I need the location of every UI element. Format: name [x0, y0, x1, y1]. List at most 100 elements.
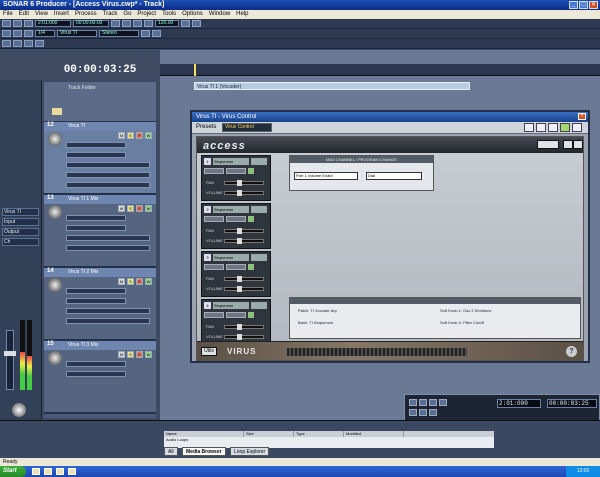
menu-go[interactable]: Go [123, 10, 131, 19]
record-icon[interactable] [144, 20, 153, 27]
track-volume[interactable] [66, 215, 126, 221]
utils-button[interactable]: Utils [201, 347, 217, 356]
part-patch[interactable] [251, 254, 267, 261]
write-button[interactable]: W [145, 351, 152, 358]
part-bank[interactable]: Sequencer [213, 158, 249, 165]
menu-help[interactable]: Help [236, 10, 248, 19]
part-patch[interactable] [251, 158, 267, 165]
menu-tools[interactable]: Tools [162, 10, 176, 19]
part-enable-button[interactable] [248, 168, 254, 174]
track-name[interactable]: Virus TI 1 Mix [44, 195, 156, 204]
plugin-titlebar[interactable]: Virus TI - Virus Control × [192, 112, 588, 122]
record-arm-button[interactable]: R [136, 205, 143, 212]
plugin-close-button[interactable]: × [578, 113, 586, 120]
midi-input-field[interactable]: Virus TI [57, 30, 97, 37]
track-output[interactable] [66, 172, 150, 178]
play-icon[interactable] [429, 399, 437, 406]
part-arp-button[interactable] [226, 264, 246, 270]
loop-icon[interactable] [409, 409, 417, 416]
solo-button[interactable]: S [127, 132, 134, 139]
tab-loop-explorer[interactable]: Loop Explorer [230, 447, 270, 456]
record-arm-button[interactable]: R [136, 278, 143, 285]
write-button[interactable]: W [145, 278, 152, 285]
part-bank[interactable]: Sequencer [213, 206, 249, 213]
mute-button[interactable]: M [118, 278, 125, 285]
now-time-display[interactable]: 2:01:000 [497, 399, 541, 408]
inspector-row[interactable]: Virus TI [2, 208, 39, 216]
quicklaunch-icon[interactable] [56, 468, 64, 475]
close-button[interactable]: × [589, 1, 598, 9]
now-time-field[interactable]: 2:01:000 [35, 20, 71, 27]
zoom-out-icon[interactable] [152, 30, 161, 37]
save-preset-icon[interactable] [524, 123, 534, 132]
part-enable-button[interactable] [248, 312, 254, 318]
volume-slider[interactable] [224, 190, 264, 196]
record-arm-button[interactable]: R [136, 351, 143, 358]
draw-tool-icon[interactable] [13, 30, 22, 37]
track-output[interactable] [66, 318, 150, 324]
solo-button[interactable]: S [127, 351, 134, 358]
smpte-display[interactable]: 00:00:03:25 [547, 399, 597, 408]
tempo-field[interactable]: 120.00 [155, 20, 179, 27]
tab-media-browser[interactable]: Media Browser [182, 447, 226, 456]
track-input[interactable] [66, 308, 150, 314]
menu-track[interactable]: Track [103, 10, 118, 19]
mute-button[interactable]: M [118, 351, 125, 358]
clips-icon[interactable] [13, 40, 22, 47]
part-bank[interactable]: Sequencer [213, 254, 249, 261]
solo-button[interactable]: S [127, 205, 134, 212]
track-input[interactable] [66, 235, 150, 241]
mute-button[interactable]: M [118, 132, 125, 139]
menu-process[interactable]: Process [75, 10, 97, 19]
quicklaunch-icon[interactable] [44, 468, 52, 475]
inspector-row[interactable]: Ch [2, 238, 39, 246]
config-right-icon[interactable] [573, 140, 583, 149]
automation-icon[interactable] [24, 40, 33, 47]
audio-input-field[interactable]: Stereo [99, 30, 139, 37]
track-name[interactable]: Virus TI 2 Mix [44, 268, 156, 277]
part-arp-button[interactable] [226, 216, 246, 222]
track-pan[interactable] [66, 225, 126, 231]
zoom-in-icon[interactable] [141, 30, 150, 37]
part-slot[interactable]: 1 Sequencer PAN VOLUME [201, 155, 271, 201]
track-input[interactable] [66, 162, 150, 168]
snap-field[interactable]: 1/4 [35, 30, 55, 37]
tab-all[interactable]: All [164, 447, 178, 456]
punch-icon[interactable] [192, 20, 201, 27]
loop-icon[interactable] [181, 20, 190, 27]
part-slot[interactable]: 4 Sequencer PAN VOLUME [201, 299, 271, 345]
track-name[interactable]: Virus TI [44, 122, 156, 131]
track[interactable]: Virus TI 12 M S R W [44, 122, 156, 195]
minimize-button[interactable]: _ [569, 1, 578, 9]
volume-slider[interactable] [224, 286, 264, 292]
menu-insert[interactable]: Insert [54, 10, 69, 19]
save-icon[interactable] [24, 20, 33, 27]
write-button[interactable]: W [145, 132, 152, 139]
open-icon[interactable] [13, 20, 22, 27]
delete-preset-icon[interactable] [536, 123, 546, 132]
menu-project[interactable]: Project [137, 10, 156, 19]
clip[interactable]: Virus TI 1 (Vocoder) [194, 82, 470, 90]
part-patch[interactable] [251, 206, 267, 213]
stop-icon[interactable] [419, 399, 427, 406]
inspector-row[interactable]: Output [2, 228, 39, 236]
track[interactable]: Virus TI 2 Mix 14 M S R W [44, 268, 156, 341]
config-field[interactable] [537, 140, 559, 149]
select-tool-icon[interactable] [2, 30, 11, 37]
media-browser[interactable]: Name Size Type Modified Audio Loops [164, 431, 494, 448]
col-size[interactable]: Size [244, 431, 294, 437]
part-bank[interactable]: Sequencer [213, 302, 249, 309]
track-folder[interactable]: Track Folder [44, 82, 156, 122]
help-icon[interactable]: ? [566, 346, 577, 357]
volume-slider[interactable] [224, 238, 264, 244]
bypass-icon[interactable] [548, 123, 558, 132]
erase-tool-icon[interactable] [24, 30, 33, 37]
browser-path[interactable]: Audio Loops [164, 437, 494, 442]
col-modified[interactable]: Modified [344, 431, 404, 437]
config-left-icon[interactable] [563, 140, 573, 149]
track-view-icon[interactable] [2, 40, 11, 47]
read-automation-icon[interactable] [560, 123, 570, 132]
record-icon[interactable] [439, 399, 447, 406]
menu-view[interactable]: View [35, 10, 48, 19]
part-patch[interactable] [251, 302, 267, 309]
